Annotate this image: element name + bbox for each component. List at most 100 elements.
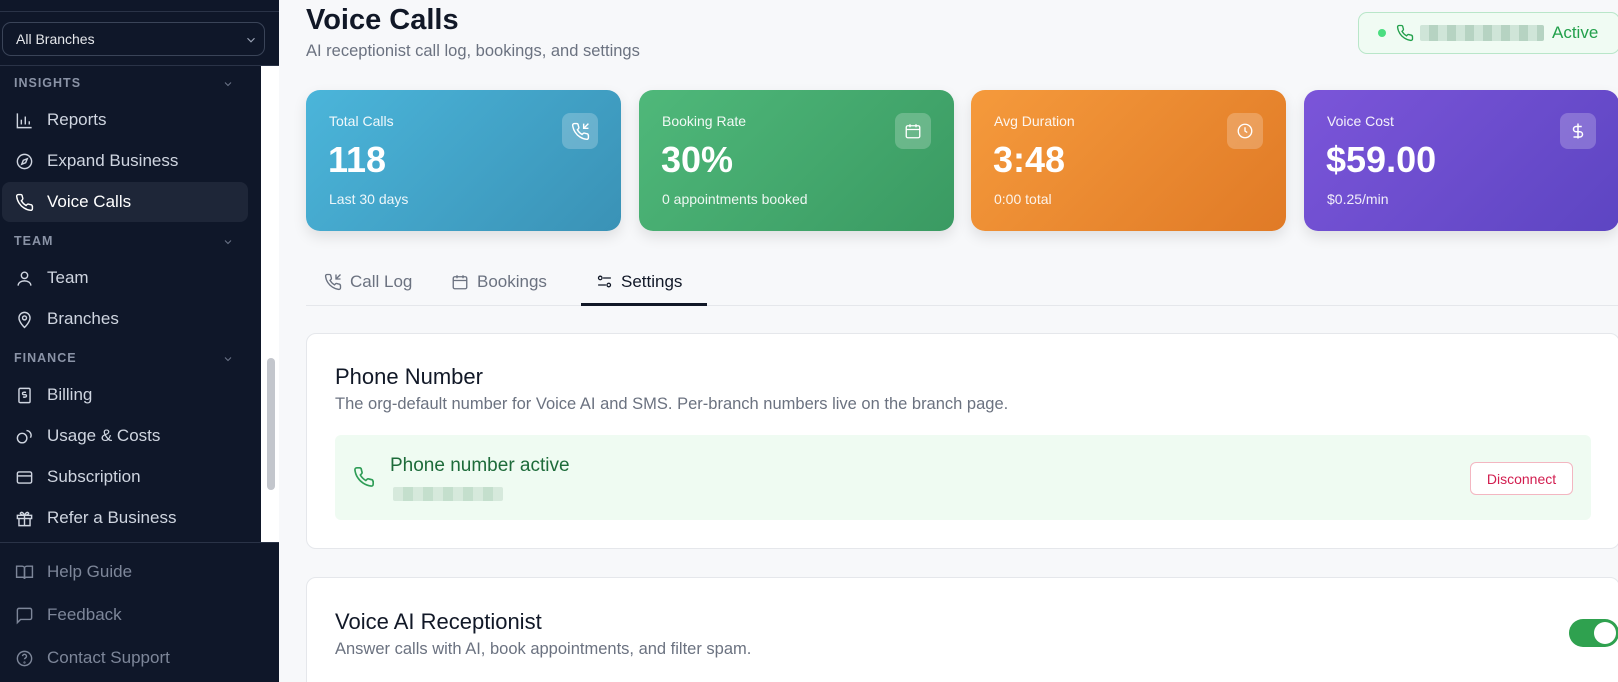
sidebar-divider <box>0 65 279 66</box>
phone-active-title: Phone number active <box>390 455 570 476</box>
voice-ai-receptionist-card: Voice AI Receptionist Answer calls with … <box>306 577 1618 682</box>
tab-label: Settings <box>621 271 683 291</box>
page-title: Voice Calls <box>306 4 459 36</box>
sidebar-item-reports[interactable]: Reports <box>2 100 248 140</box>
coins-icon <box>14 426 34 446</box>
section-team[interactable]: TEAM <box>14 231 234 251</box>
main-content: Voice Calls AI receptionist call log, bo… <box>279 0 1618 682</box>
stat-label: Avg Duration <box>994 113 1075 129</box>
branch-select-value: All Branches <box>16 31 95 47</box>
sidebar-item-label: Billing <box>47 385 93 404</box>
phone-icon <box>1396 24 1414 42</box>
redacted-phone-number <box>1420 25 1544 41</box>
stat-subtext: 0:00 total <box>994 191 1052 207</box>
sidebar-item-label: Voice Calls <box>47 192 132 211</box>
sidebar-item-billing[interactable]: Billing <box>2 375 248 415</box>
stat-value: 30% <box>661 139 734 180</box>
stat-label: Voice Cost <box>1327 113 1394 129</box>
phone-icon <box>353 466 375 493</box>
sidebar-item-voice-calls[interactable]: Voice Calls <box>2 182 248 222</box>
sidebar-top-divider <box>0 11 279 12</box>
phone-incoming-icon <box>562 113 598 149</box>
tab-bar: Call Log Bookings Settings <box>306 257 1618 306</box>
sidebar-item-label: Branches <box>47 309 119 328</box>
stat-label: Booking Rate <box>662 113 747 129</box>
section-insights[interactable]: INSIGHTS <box>14 73 234 93</box>
section-finance[interactable]: FINANCE <box>14 348 234 368</box>
phone-icon <box>14 192 34 212</box>
stat-card-voice-cost: Voice Cost $59.00 $0.25/min <box>1304 90 1618 231</box>
stat-subtext: $0.25/min <box>1327 191 1389 207</box>
card-description: Answer calls with AI, book appointments,… <box>335 640 752 658</box>
phone-incoming-icon <box>324 273 342 291</box>
section-insights-label: INSIGHTS <box>14 76 82 90</box>
phone-active-panel: Phone number active Disconnect <box>335 435 1591 520</box>
message-square-icon <box>14 605 34 625</box>
disconnect-button[interactable]: Disconnect <box>1470 462 1573 495</box>
sidebar-item-label: Contact Support <box>47 648 170 667</box>
sidebar-item-label: Reports <box>47 110 107 129</box>
phone-number-card: Phone Number The org-default number for … <box>306 333 1618 549</box>
user-icon <box>14 268 34 288</box>
sidebar-item-label: Usage & Costs <box>47 426 161 445</box>
sidebar-item-refer-business[interactable]: Refer a Business <box>2 498 248 538</box>
tab-call-log[interactable]: Call Log <box>324 257 412 306</box>
clock-icon <box>1227 113 1263 149</box>
tab-settings[interactable]: Settings <box>596 257 682 306</box>
sidebar-scrollbar-thumb[interactable] <box>267 358 275 490</box>
chevron-down-icon <box>247 37 255 43</box>
sidebar-item-subscription[interactable]: Subscription <box>2 457 248 497</box>
sidebar-item-usage-costs[interactable]: Usage & Costs <box>2 416 248 456</box>
stat-value: 3:48 <box>993 139 1066 180</box>
page-subtitle: AI receptionist call log, bookings, and … <box>306 42 640 60</box>
receipt-icon <box>14 385 34 405</box>
stat-subtext: 0 appointments booked <box>662 191 808 207</box>
credit-card-icon <box>14 467 34 487</box>
sidebar-item-branches[interactable]: Branches <box>2 299 248 339</box>
redacted-phone-number <box>393 487 503 501</box>
tab-label: Call Log <box>350 271 413 291</box>
sidebar-item-expand-business[interactable]: Expand Business <box>2 141 248 181</box>
stat-card-booking-rate: Booking Rate 30% 0 appointments booked <box>639 90 954 231</box>
stat-subtext: Last 30 days <box>329 191 409 207</box>
gift-icon <box>14 508 34 528</box>
card-title: Voice AI Receptionist <box>335 609 542 634</box>
sidebar-item-label: Subscription <box>47 467 141 486</box>
card-title: Phone Number <box>335 364 483 389</box>
stat-card-avg-duration: Avg Duration 3:48 0:00 total <box>971 90 1286 231</box>
dollar-icon <box>1560 113 1596 149</box>
voice-status-pill: Active <box>1358 12 1618 54</box>
compass-icon <box>14 151 34 171</box>
calendar-icon <box>895 113 931 149</box>
section-finance-label: FINANCE <box>14 351 77 365</box>
tab-bookings[interactable]: Bookings <box>451 257 547 306</box>
stat-value: $59.00 <box>1326 139 1437 180</box>
toggle-knob <box>1594 622 1616 644</box>
sidebar: All Branches INSIGHTS Reports Expand Bus… <box>0 0 279 682</box>
sidebar-item-label: Refer a Business <box>47 508 177 527</box>
bar-chart-icon <box>14 110 34 130</box>
chevron-down-icon <box>224 82 232 87</box>
branch-select[interactable]: All Branches <box>2 22 265 56</box>
chevron-down-icon <box>224 357 232 362</box>
tab-label: Bookings <box>477 271 547 291</box>
sidebar-item-team[interactable]: Team <box>2 258 248 298</box>
sidebar-item-contact-support[interactable]: Contact Support <box>2 638 248 678</box>
sliders-icon <box>596 273 613 290</box>
sidebar-divider <box>0 542 279 543</box>
stat-label: Total Calls <box>329 113 394 129</box>
stat-card-total-calls: Total Calls 118 Last 30 days <box>306 90 621 231</box>
sidebar-item-feedback[interactable]: Feedback <box>2 595 248 635</box>
card-description: The org-default number for Voice AI and … <box>335 395 1009 413</box>
sidebar-item-label: Feedback <box>47 605 122 624</box>
sidebar-item-label: Help Guide <box>47 562 133 581</box>
calendar-icon <box>451 273 469 291</box>
section-team-label: TEAM <box>14 234 54 248</box>
chevron-down-icon <box>224 240 232 245</box>
map-pin-icon <box>14 309 34 329</box>
help-circle-icon <box>14 648 34 668</box>
active-tab-indicator <box>581 303 707 306</box>
sidebar-item-help-guide[interactable]: Help Guide <box>2 552 248 592</box>
voice-ai-toggle[interactable] <box>1569 619 1618 647</box>
status-badge: Active <box>1552 23 1599 42</box>
